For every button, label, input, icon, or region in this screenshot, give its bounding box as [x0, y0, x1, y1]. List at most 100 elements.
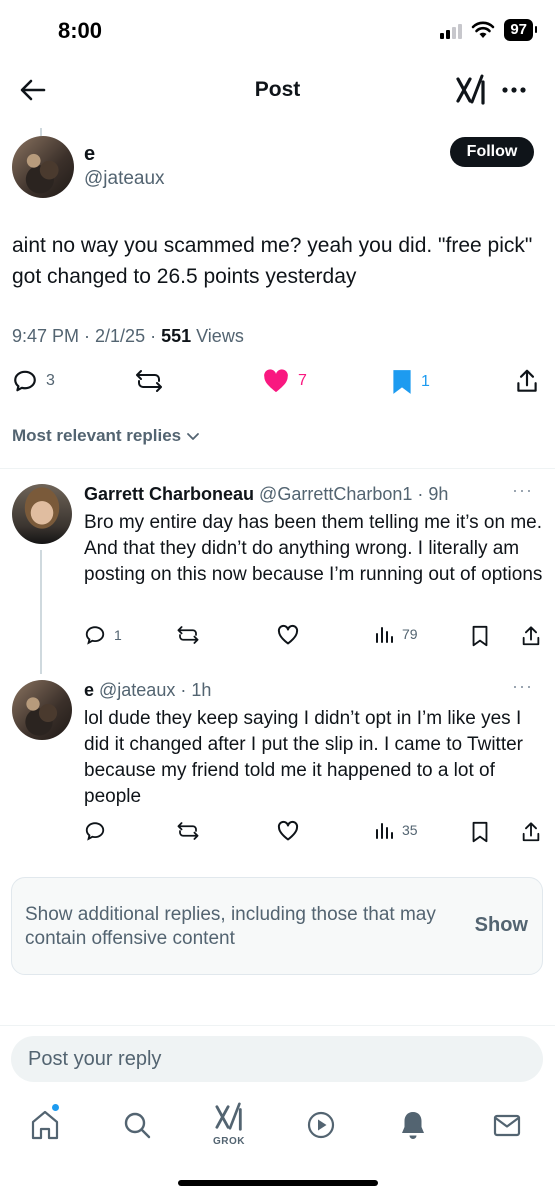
battery-indicator: 97	[504, 19, 537, 41]
reply-more-button[interactable]: ···	[512, 480, 533, 501]
reply-like-button[interactable]	[276, 820, 300, 842]
reply-views-button[interactable]: 35	[374, 820, 418, 840]
additional-replies-text: Show additional replies, including those…	[25, 904, 436, 949]
reply-reply-button[interactable]: 1	[84, 624, 122, 646]
reply-sort-dropdown[interactable]: Most relevant replies	[12, 426, 201, 446]
reply-views-count: 35	[402, 822, 418, 838]
repost-icon	[136, 370, 162, 392]
thread-line	[40, 128, 42, 136]
reply-avatar[interactable]	[12, 680, 72, 740]
more-options-button[interactable]	[498, 76, 530, 104]
analytics-icon	[376, 823, 393, 839]
reply-button[interactable]: 3	[12, 368, 55, 394]
status-icons: 97	[440, 19, 537, 41]
reply-icon	[85, 626, 105, 645]
reply-bookmark-button[interactable]	[470, 820, 490, 844]
bookmark-count: 1	[421, 373, 430, 390]
like-button[interactable]: 7	[262, 368, 307, 394]
reply-author-name[interactable]: Garrett Charboneau	[84, 484, 254, 504]
reply-actions: 1 79	[0, 624, 555, 656]
reply-text: Bro my entire day has been them telling …	[84, 512, 543, 585]
additional-replies-card[interactable]: Show additional replies, including those…	[11, 877, 543, 975]
wifi-icon	[472, 21, 495, 38]
grok-icon	[215, 1102, 242, 1131]
share-icon	[522, 626, 540, 646]
more-icon	[502, 87, 526, 93]
follow-button[interactable]: Follow	[450, 137, 534, 167]
reply-author-name[interactable]: e	[84, 680, 94, 700]
views-label: Views	[191, 326, 244, 346]
reply-header: e @jateaux · 1h	[84, 680, 211, 701]
reply-count: 3	[46, 372, 55, 389]
reply-reply-button[interactable]	[84, 820, 114, 842]
reply-header: Garrett Charboneau @GarrettCharbon1 · 9h	[84, 484, 448, 505]
play-circle-icon	[307, 1111, 335, 1139]
reply-views-button[interactable]: 79	[374, 624, 418, 644]
bookmark-filled-icon	[393, 370, 411, 394]
status-bar: 8:00 97	[0, 0, 555, 62]
grok-button[interactable]	[455, 74, 489, 106]
share-icon	[517, 369, 537, 392]
reply-repost-button[interactable]	[176, 624, 200, 646]
share-button[interactable]	[514, 367, 540, 395]
tab-grok[interactable]	[213, 1102, 247, 1136]
reply-text: lol dude they keep saying I didn’t opt i…	[84, 708, 523, 807]
reply-repost-button[interactable]	[176, 820, 200, 842]
post-author-name[interactable]: e	[84, 143, 95, 166]
bell-icon	[402, 1112, 424, 1139]
post-text: aint no way you scammed me? yeah you did…	[12, 234, 533, 288]
bookmark-icon	[472, 821, 488, 843]
reply-avatar[interactable]	[12, 484, 72, 544]
like-count: 7	[298, 372, 307, 389]
post-author-avatar[interactable]	[12, 136, 74, 198]
home-icon	[31, 1110, 59, 1140]
post-actions: 3 7 1	[0, 366, 555, 398]
tab-search[interactable]	[120, 1108, 154, 1142]
reply-share-button[interactable]	[520, 624, 542, 648]
tab-video[interactable]	[304, 1108, 338, 1142]
search-icon	[124, 1112, 151, 1139]
tab-home[interactable]	[28, 1108, 62, 1142]
home-notification-dot	[52, 1104, 59, 1111]
xai-logo-icon	[456, 74, 485, 105]
bookmark-button[interactable]: 1	[391, 368, 430, 396]
reply-input-placeholder: Post your reply	[28, 1048, 162, 1070]
reply-more-button[interactable]: ···	[512, 676, 533, 697]
views-count: 551	[161, 326, 192, 346]
reply-icon	[85, 822, 105, 841]
mail-icon	[493, 1114, 521, 1137]
reply-reply-count: 1	[114, 627, 122, 643]
share-icon	[522, 822, 540, 842]
chevron-down-icon	[187, 433, 200, 440]
divider	[0, 1025, 555, 1026]
top-nav: Post	[0, 62, 555, 118]
reply-author-meta: @jateaux · 1h	[94, 680, 212, 700]
tab-notifications[interactable]	[396, 1108, 430, 1142]
reply-input[interactable]: Post your reply	[11, 1036, 543, 1082]
tab-messages[interactable]	[490, 1108, 524, 1142]
reply-bookmark-button[interactable]	[470, 624, 490, 648]
bottom-tab-bar	[0, 1100, 555, 1160]
heart-filled-icon	[264, 369, 288, 393]
reply-share-button[interactable]	[520, 820, 542, 844]
grok-tab-label: GROK	[213, 1136, 245, 1147]
post-author-handle[interactable]: @jateaux	[84, 168, 165, 190]
reply-icon	[14, 370, 36, 392]
show-button[interactable]: Show	[475, 914, 528, 937]
reply-author-meta: @GarrettCharbon1 · 9h	[254, 484, 449, 504]
repost-button[interactable]	[134, 368, 164, 394]
heart-icon	[277, 820, 299, 841]
analytics-icon	[376, 627, 393, 643]
reply-actions: 35	[0, 820, 555, 852]
status-time: 8:00	[58, 18, 103, 43]
heart-icon	[277, 624, 299, 645]
post-meta: 9:47 PM · 2/1/25 · 551 Views	[12, 326, 244, 347]
reply-sort-label: Most relevant replies	[12, 426, 182, 445]
divider	[0, 468, 555, 469]
repost-icon	[177, 626, 199, 644]
post-timestamp: 9:47 PM · 2/1/25 ·	[12, 326, 162, 346]
reply-like-button[interactable]	[276, 624, 300, 646]
reply-views-count: 79	[402, 626, 418, 642]
repost-icon	[177, 822, 199, 840]
cellular-signal-icon	[440, 22, 463, 39]
